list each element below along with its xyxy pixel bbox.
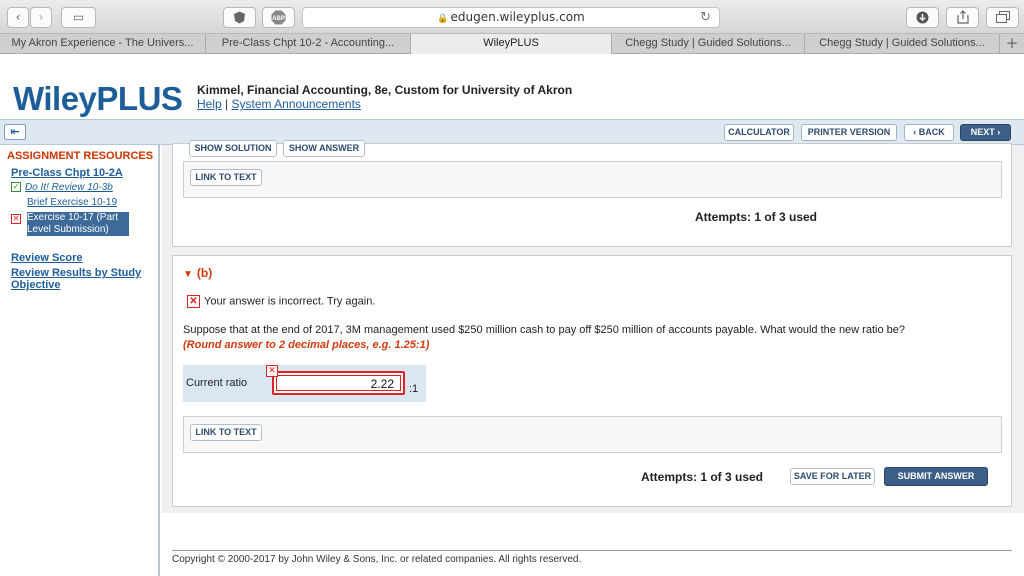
link-to-text-button[interactable]: LINK TO TEXT — [190, 424, 262, 441]
new-tab-button[interactable]: + — [1000, 34, 1024, 54]
sidebar-item-brief-exercise[interactable]: Brief Exercise 10-19 — [27, 197, 117, 208]
answer-row: Current ratio 2.22 ✕ :1 — [183, 365, 426, 402]
check-icon: ✓ — [11, 182, 21, 193]
attempts-text: Attempts: 1 of 3 used — [695, 210, 818, 224]
ratio-suffix: :1 — [409, 383, 419, 395]
tab-my-akron[interactable]: My Akron Experience - The Univers... — [0, 34, 206, 54]
link-to-text-box: LINK TO TEXT — [183, 161, 1002, 198]
incorrect-x-icon: ✕ — [266, 365, 278, 377]
x-icon: ✕ — [187, 295, 200, 308]
save-for-later-button[interactable]: SAVE FOR LATER — [790, 468, 875, 485]
part-a-panel: SHOW SOLUTION SHOW ANSWER LINK TO TEXT A… — [172, 140, 1012, 247]
svg-text:ABP: ABP — [272, 16, 285, 22]
question-text: Suppose that at the end of 2017, 3M mana… — [183, 324, 905, 336]
rounding-instruction: (Round answer to 2 decimal places, e.g. … — [183, 339, 430, 351]
section-link[interactable]: Pre-Class Chpt 10-2A — [11, 167, 123, 179]
current-ratio-label: Current ratio — [186, 377, 248, 389]
part-b-label[interactable]: ▼ (b) — [183, 266, 212, 280]
share-icon[interactable] — [946, 7, 979, 28]
feedback-message: ✕ Your answer is incorrect. Try again. — [187, 295, 375, 308]
copyright-footer: Copyright © 2000-2017 by John Wiley & So… — [172, 550, 1012, 565]
link-to-text-box: LINK TO TEXT — [183, 416, 1002, 453]
current-ratio-value: 2.22 — [276, 375, 401, 391]
calculator-button[interactable]: CALCULATOR — [724, 124, 794, 141]
tab-wileyplus[interactable]: WileyPLUS — [411, 34, 612, 54]
wileyplus-logo[interactable]: WileyPLUS — [13, 80, 183, 118]
download-icon[interactable] — [906, 7, 939, 28]
current-ratio-input[interactable]: 2.22 — [272, 371, 405, 395]
review-results-link[interactable]: Review Results by Study Objective — [11, 267, 156, 291]
url-text: edugen.wileyplus.com — [450, 10, 585, 24]
lock-icon: 🔒 — [437, 14, 449, 24]
main-content: SHOW SOLUTION SHOW ANSWER LINK TO TEXT A… — [162, 140, 1024, 576]
sidebar-toggle-icon[interactable]: ▭ — [61, 7, 96, 28]
tab-strip: My Akron Experience - The Univers... Pre… — [0, 34, 1024, 54]
next-button[interactable]: NEXT › — [960, 124, 1011, 141]
tab-pre-class[interactable]: Pre-Class Chpt 10-2 - Accounting... — [206, 34, 411, 54]
sidebar-item-exercise-10-17[interactable]: ✕ Exercise 10-17 (Part Level Submission) — [11, 212, 141, 236]
assignment-nav-bar: ⇤ CALCULATOR PRINTER VERSION ‹ BACK NEXT… — [0, 119, 1024, 145]
sidebar-item-do-it-review[interactable]: ✓ Do It! Review 10-3b — [11, 182, 113, 193]
feedback-text: Your answer is incorrect. Try again. — [204, 295, 376, 308]
back-button[interactable]: ‹ BACK — [904, 124, 954, 141]
sidebar-item-label: Brief Exercise 10-19 — [27, 197, 118, 208]
forward-icon[interactable]: › — [30, 7, 52, 28]
attempts-text: Attempts: 1 of 3 used — [641, 470, 764, 484]
submit-answer-button[interactable]: SUBMIT ANSWER — [884, 467, 988, 486]
show-solution-button[interactable]: SHOW SOLUTION — [189, 140, 277, 157]
link-to-text-button[interactable]: LINK TO TEXT — [190, 169, 262, 186]
sidebar-item-label: Exercise 10-17 (Part Level Submission) — [27, 212, 129, 236]
back-icon[interactable]: ‹ — [7, 7, 29, 28]
assignment-sidebar: ASSIGNMENT RESOURCES Pre-Class Chpt 10-2… — [0, 145, 160, 576]
tabs-overview-icon[interactable] — [986, 7, 1019, 28]
header-separator: | — [225, 97, 229, 111]
help-link[interactable]: Help — [197, 97, 222, 111]
address-bar[interactable]: 🔒 edugen.wileyplus.com ↻ — [302, 7, 720, 28]
printer-version-button[interactable]: PRINTER VERSION — [801, 124, 897, 141]
assignment-resources-title: ASSIGNMENT RESOURCES — [7, 150, 154, 162]
site-header: WileyPLUS Kimmel, Financial Accounting, … — [0, 55, 1024, 119]
part-b-label-text: (b) — [196, 266, 213, 280]
header-links: Help | System Announcements — [197, 97, 361, 111]
reload-icon[interactable]: ↻ — [700, 8, 711, 27]
tab-chegg-2[interactable]: Chegg Study | Guided Solutions... — [805, 34, 1000, 54]
course-title: Kimmel, Financial Accounting, 8e, Custom… — [197, 83, 573, 97]
x-icon: ✕ — [11, 214, 21, 224]
browser-toolbar: ‹ › ▭ ABP 🔒 edugen.wileyplus.com ↻ — [0, 0, 1024, 34]
collapse-sidebar-icon[interactable]: ⇤ — [4, 124, 26, 140]
show-answer-button[interactable]: SHOW ANSWER — [283, 140, 365, 157]
sidebar-item-label: Do It! Review 10-3b — [25, 182, 113, 193]
review-score-link[interactable]: Review Score — [11, 252, 83, 264]
collapse-arrow-icon: ▼ — [183, 269, 193, 280]
tab-chegg-1[interactable]: Chegg Study | Guided Solutions... — [612, 34, 805, 54]
part-b-panel: ▼ (b) ✕ Your answer is incorrect. Try agai… — [172, 255, 1012, 507]
system-announcements-link[interactable]: System Announcements — [232, 97, 361, 111]
footer-area: Copyright © 2000-2017 by John Wiley & So… — [162, 513, 1024, 576]
privacy-icon[interactable] — [223, 7, 256, 28]
adblock-icon[interactable]: ABP — [262, 7, 295, 28]
